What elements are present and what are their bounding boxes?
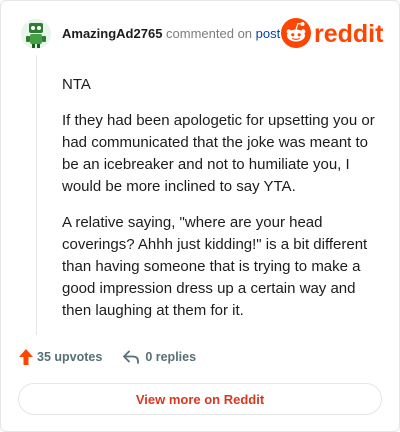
comment-embed-card: AmazingAd2765 commented on post reddit N… [0,0,400,432]
upvote-button[interactable]: 35 upvotes [19,349,102,365]
comment-paragraph: NTA [62,76,91,93]
reddit-logo-icon: reddit [281,18,384,48]
reply-button[interactable]: 0 replies [122,350,196,364]
comment-paragraph: If they had been apologetic for upsettin… [62,112,375,195]
comment-body: NTA If they had been apologetic for upse… [62,74,380,336]
reply-arrow-icon [123,350,140,364]
reddit-logo[interactable]: reddit [280,17,386,49]
upvote-arrow-icon [19,349,33,365]
reply-count: 0 replies [145,350,197,364]
thread-line [36,55,37,335]
comment-paragraph: A relative saying, "where are your head … [62,214,368,319]
avatar[interactable] [21,19,51,49]
upvote-count: 35 upvotes [37,350,103,364]
post-link[interactable]: post [256,26,281,41]
view-more-button[interactable]: View more on Reddit [18,383,382,415]
reddit-wordmark: reddit [314,20,384,48]
commented-on-text: commented on [166,26,253,41]
comment-header: AmazingAd2765 commented on post [62,26,280,42]
username[interactable]: AmazingAd2765 [62,26,162,41]
comment-actions: 35 upvotes 0 replies [19,349,196,365]
